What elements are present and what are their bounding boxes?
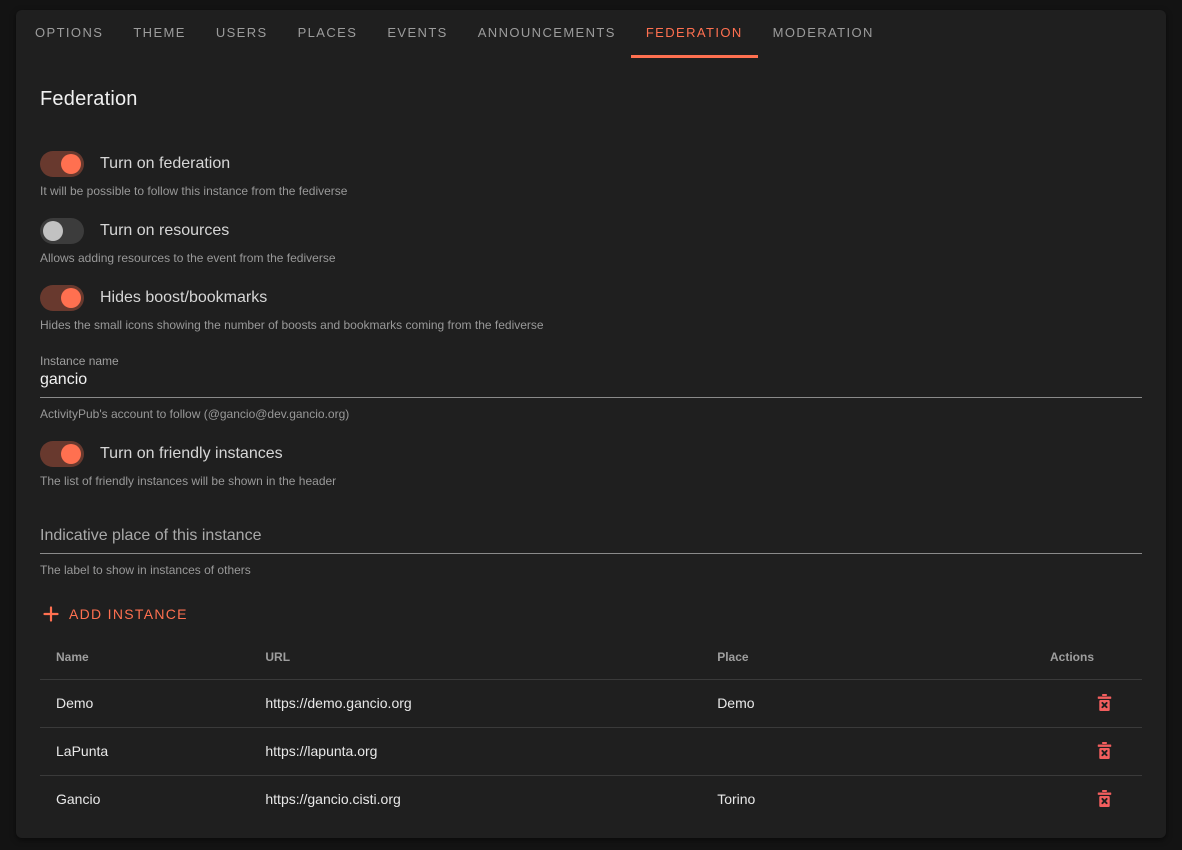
setting-description: It will be possible to follow this insta… bbox=[40, 184, 1142, 198]
admin-panel-card: Options Theme Users Places Events Announ… bbox=[16, 10, 1166, 838]
table-header-row: Name URL Place Actions bbox=[40, 635, 1142, 679]
table-row: Gancio https://gancio.cisti.org Torino bbox=[40, 775, 1142, 823]
tab-events[interactable]: Events bbox=[372, 10, 462, 58]
tab-theme[interactable]: Theme bbox=[118, 10, 201, 58]
delete-instance-button[interactable] bbox=[1091, 786, 1118, 811]
instance-url-cell: https://lapunta.org bbox=[249, 727, 701, 775]
tab-moderation[interactable]: Moderation bbox=[758, 10, 889, 58]
instance-name-label: Instance name bbox=[40, 354, 1142, 368]
trash-icon bbox=[1095, 692, 1114, 713]
instance-place-cell bbox=[701, 727, 999, 775]
setting-friendly-instances: Turn on friendly instances The list of f… bbox=[40, 441, 1142, 488]
column-header-actions: Actions bbox=[999, 635, 1142, 679]
instance-place-input[interactable] bbox=[40, 524, 1142, 554]
admin-tab-bar: Options Theme Users Places Events Announ… bbox=[16, 10, 1166, 58]
federation-settings-panel: Federation Turn on federation It will be… bbox=[16, 88, 1166, 823]
instance-name-cell: Demo bbox=[40, 679, 249, 727]
toggle-thumb bbox=[61, 288, 81, 308]
trash-icon bbox=[1095, 740, 1114, 761]
instance-name-input[interactable] bbox=[40, 368, 1142, 398]
add-instance-label: Add Instance bbox=[69, 606, 188, 622]
tab-options[interactable]: Options bbox=[20, 10, 118, 58]
delete-instance-button[interactable] bbox=[1091, 690, 1118, 715]
setting-description: Allows adding resources to the event fro… bbox=[40, 251, 1142, 265]
instance-name-hint: ActivityPub's account to follow (@gancio… bbox=[40, 407, 1142, 421]
column-header-url: URL bbox=[249, 635, 701, 679]
resources-toggle[interactable] bbox=[40, 218, 84, 244]
friendly-instances-table: Name URL Place Actions Demo https://demo… bbox=[40, 635, 1142, 823]
delete-instance-button[interactable] bbox=[1091, 738, 1118, 763]
column-header-place: Place bbox=[701, 635, 999, 679]
federation-toggle[interactable] bbox=[40, 151, 84, 177]
setting-description: The list of friendly instances will be s… bbox=[40, 474, 1142, 488]
instance-place-cell: Torino bbox=[701, 775, 999, 823]
instance-url-cell: https://gancio.cisti.org bbox=[249, 775, 701, 823]
tab-users[interactable]: Users bbox=[201, 10, 283, 58]
instance-place-field-group: The label to show in instances of others bbox=[40, 524, 1142, 577]
add-instance-button[interactable]: Add Instance bbox=[40, 599, 198, 629]
table-row: LaPunta https://lapunta.org bbox=[40, 727, 1142, 775]
toggle-thumb bbox=[43, 221, 63, 241]
tab-federation[interactable]: Federation bbox=[631, 10, 758, 58]
friendly-instances-toggle[interactable] bbox=[40, 441, 84, 467]
instance-name-field-group: Instance name ActivityPub's account to f… bbox=[40, 354, 1142, 421]
toggle-label: Turn on resources bbox=[100, 222, 229, 240]
setting-turn-on-resources: Turn on resources Allows adding resource… bbox=[40, 218, 1142, 265]
instance-name-cell: Gancio bbox=[40, 775, 249, 823]
plus-icon bbox=[42, 605, 60, 623]
setting-hide-boosts: Hides boost/bookmarks Hides the small ic… bbox=[40, 285, 1142, 332]
tab-announcements[interactable]: Announcements bbox=[463, 10, 631, 58]
setting-description: Hides the small icons showing the number… bbox=[40, 318, 1142, 332]
toggle-label: Turn on friendly instances bbox=[100, 445, 283, 463]
column-header-name: Name bbox=[40, 635, 249, 679]
setting-turn-on-federation: Turn on federation It will be possible t… bbox=[40, 151, 1142, 198]
page-title: Federation bbox=[40, 88, 1142, 111]
trash-icon bbox=[1095, 788, 1114, 809]
hide-boosts-toggle[interactable] bbox=[40, 285, 84, 311]
tab-places[interactable]: Places bbox=[283, 10, 373, 58]
toggle-thumb bbox=[61, 444, 81, 464]
instance-name-cell: LaPunta bbox=[40, 727, 249, 775]
toggle-label: Hides boost/bookmarks bbox=[100, 289, 267, 307]
toggle-label: Turn on federation bbox=[100, 155, 230, 173]
instance-url-cell: https://demo.gancio.org bbox=[249, 679, 701, 727]
instance-place-hint: The label to show in instances of others bbox=[40, 563, 1142, 577]
toggle-thumb bbox=[61, 154, 81, 174]
table-row: Demo https://demo.gancio.org Demo bbox=[40, 679, 1142, 727]
instance-place-cell: Demo bbox=[701, 679, 999, 727]
